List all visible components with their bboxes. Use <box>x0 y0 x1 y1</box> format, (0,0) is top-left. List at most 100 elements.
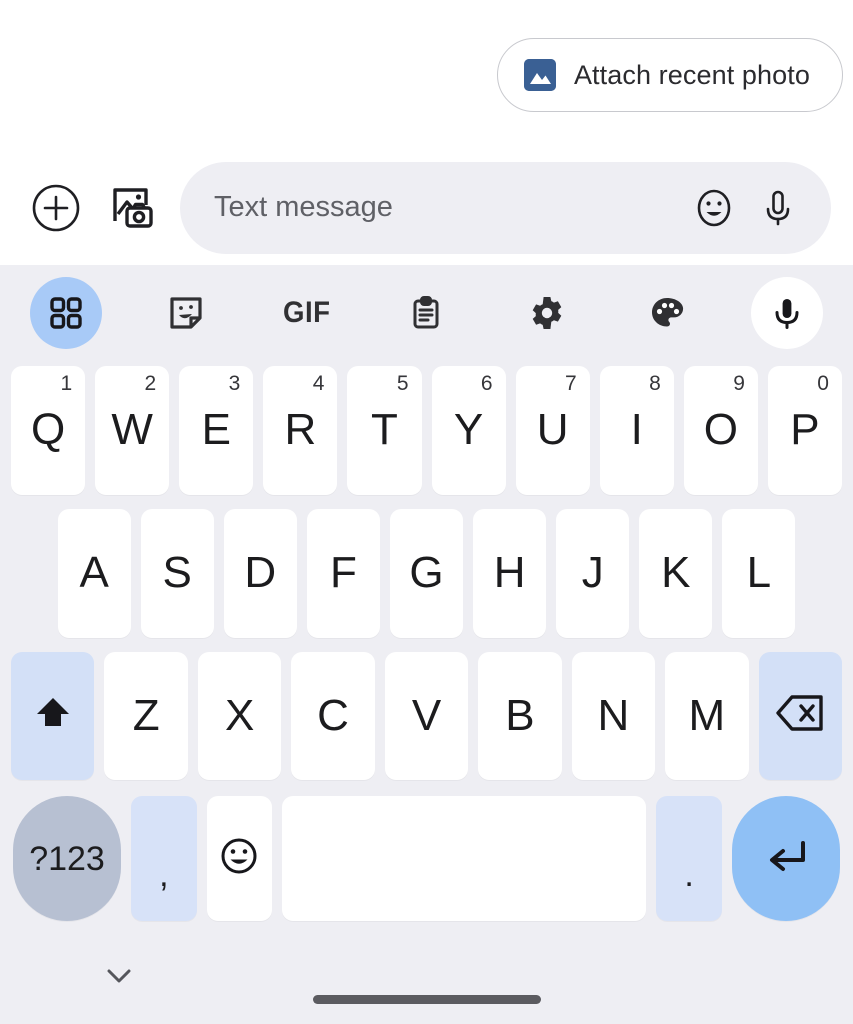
key-sup: 3 <box>228 372 241 395</box>
space-key[interactable] <box>282 796 647 921</box>
key-y[interactable]: 6 Y <box>431 366 506 495</box>
key-sup: 2 <box>144 372 157 395</box>
key-label: X <box>224 690 255 740</box>
messaging-keyboard-screen: Attach recent photo Text message GIF 1 Q… <box>0 0 853 1024</box>
voice-mic-icon[interactable] <box>750 277 823 349</box>
key-label: V <box>411 690 442 740</box>
key-label: P <box>790 405 820 455</box>
key-c[interactable]: C <box>291 651 375 781</box>
key-label: A <box>79 548 109 598</box>
software-keyboard: GIF 1 Q 2 W 3 E 4 R 5 T 6 Y 7 U 8 I 9 O … <box>0 265 853 1024</box>
key-label: S <box>162 548 192 598</box>
key-o[interactable]: 9 O <box>683 366 758 495</box>
key-r[interactable]: 4 R <box>263 366 338 495</box>
key-t[interactable]: 5 T <box>347 366 422 495</box>
key-label: B <box>505 690 535 740</box>
key-label: H <box>493 548 526 598</box>
key-label: U <box>536 405 569 455</box>
key-n[interactable]: N <box>571 651 656 781</box>
key-m[interactable]: M <box>665 651 749 781</box>
photo-image-icon <box>523 59 556 91</box>
period-key-label: . <box>684 855 694 894</box>
key-k[interactable]: K <box>639 508 713 638</box>
keyboard-toolbar: GIF <box>0 275 853 351</box>
key-label: T <box>371 405 398 455</box>
key-x[interactable]: X <box>197 651 282 781</box>
key-sup: 6 <box>480 372 493 395</box>
chevron-down-icon[interactable] <box>96 956 142 996</box>
symbols-key-label: ?123 <box>29 839 105 878</box>
key-s[interactable]: S <box>140 508 214 638</box>
backspace-delete-icon <box>774 692 826 739</box>
key-sup: 4 <box>312 372 325 395</box>
key-label: Y <box>453 405 484 455</box>
key-label: C <box>317 690 349 740</box>
key-sup: 7 <box>565 372 577 395</box>
sticker-icon[interactable] <box>150 277 222 349</box>
clipboard-icon[interactable] <box>390 277 462 349</box>
keyboard-key-rows: 1 Q 2 W 3 E 4 R 5 T 6 Y 7 U 8 I 9 O 0 P … <box>0 351 853 930</box>
symbols-key[interactable]: ?123 <box>13 796 122 921</box>
attach-recent-photo-chip[interactable]: Attach recent photo <box>496 38 843 112</box>
theme-palette-icon[interactable] <box>631 277 703 349</box>
key-l[interactable]: L <box>722 508 796 638</box>
bottom-nav-bar <box>0 930 853 1024</box>
text-message-field[interactable]: Text message <box>180 161 831 254</box>
keyboard-row-1: 1 Q 2 W 3 E 4 R 5 T 6 Y 7 U 8 I 9 O 0 P <box>0 359 853 502</box>
microphone-icon[interactable] <box>751 181 805 235</box>
key-e[interactable]: 3 E <box>179 366 254 495</box>
key-label: R <box>284 405 317 455</box>
comma-key[interactable]: , <box>131 796 197 921</box>
key-h[interactable]: H <box>473 508 547 638</box>
key-z[interactable]: Z <box>104 651 188 781</box>
key-v[interactable]: V <box>384 651 469 781</box>
key-label: W <box>111 405 153 455</box>
gif-icon[interactable]: GIF <box>270 277 342 349</box>
key-a[interactable]: A <box>57 508 131 638</box>
key-label: E <box>201 405 231 455</box>
key-label: G <box>409 548 444 598</box>
chip-label: Attach recent photo <box>573 59 810 90</box>
settings-gear-icon[interactable] <box>511 277 583 349</box>
key-j[interactable]: J <box>556 508 630 638</box>
emoji-key[interactable] <box>206 796 273 921</box>
emoji-smiley-icon[interactable] <box>687 181 741 235</box>
key-sup: 0 <box>817 372 829 395</box>
keyboard-row-3: Z X C V B N M <box>0 645 853 788</box>
key-q[interactable]: 1 Q <box>11 366 86 495</box>
key-label: K <box>661 548 691 598</box>
shift-key[interactable] <box>11 651 95 781</box>
row2-right-spacer <box>805 509 842 638</box>
enter-key[interactable] <box>731 796 840 921</box>
shift-arrow-up-icon <box>30 690 76 741</box>
key-w[interactable]: 2 W <box>95 366 170 495</box>
suggestion-chip-area: Attach recent photo <box>0 0 853 150</box>
key-g[interactable]: G <box>389 508 464 638</box>
row2-left-spacer <box>11 509 48 638</box>
apps-grid-icon[interactable] <box>30 277 102 349</box>
backspace-key[interactable] <box>758 651 842 781</box>
key-label: M <box>688 690 726 740</box>
period-key[interactable]: . <box>656 796 722 921</box>
key-sup: 5 <box>396 372 409 395</box>
key-label: L <box>746 548 772 598</box>
key-d[interactable]: D <box>223 508 297 638</box>
key-i[interactable]: 8 I <box>599 366 674 495</box>
plus-circle-icon[interactable] <box>28 180 84 236</box>
emoji-smiley-icon <box>216 833 262 884</box>
compose-bar: Text message <box>0 150 853 265</box>
keyboard-row-bottom: ?123 , . <box>0 787 853 930</box>
home-gesture-bar[interactable] <box>312 995 541 1004</box>
key-b[interactable]: B <box>478 651 562 781</box>
enter-return-icon <box>761 833 811 884</box>
key-sup: 8 <box>649 372 661 395</box>
key-label: D <box>244 548 277 598</box>
key-sup: 9 <box>733 372 745 395</box>
photo-camera-gallery-icon[interactable] <box>104 180 160 236</box>
key-sup: 1 <box>60 372 73 395</box>
comma-key-label: , <box>159 855 169 894</box>
key-label: Q <box>30 405 66 455</box>
key-p[interactable]: 0 P <box>767 366 842 495</box>
key-u[interactable]: 7 U <box>515 366 590 495</box>
key-f[interactable]: F <box>306 508 380 638</box>
